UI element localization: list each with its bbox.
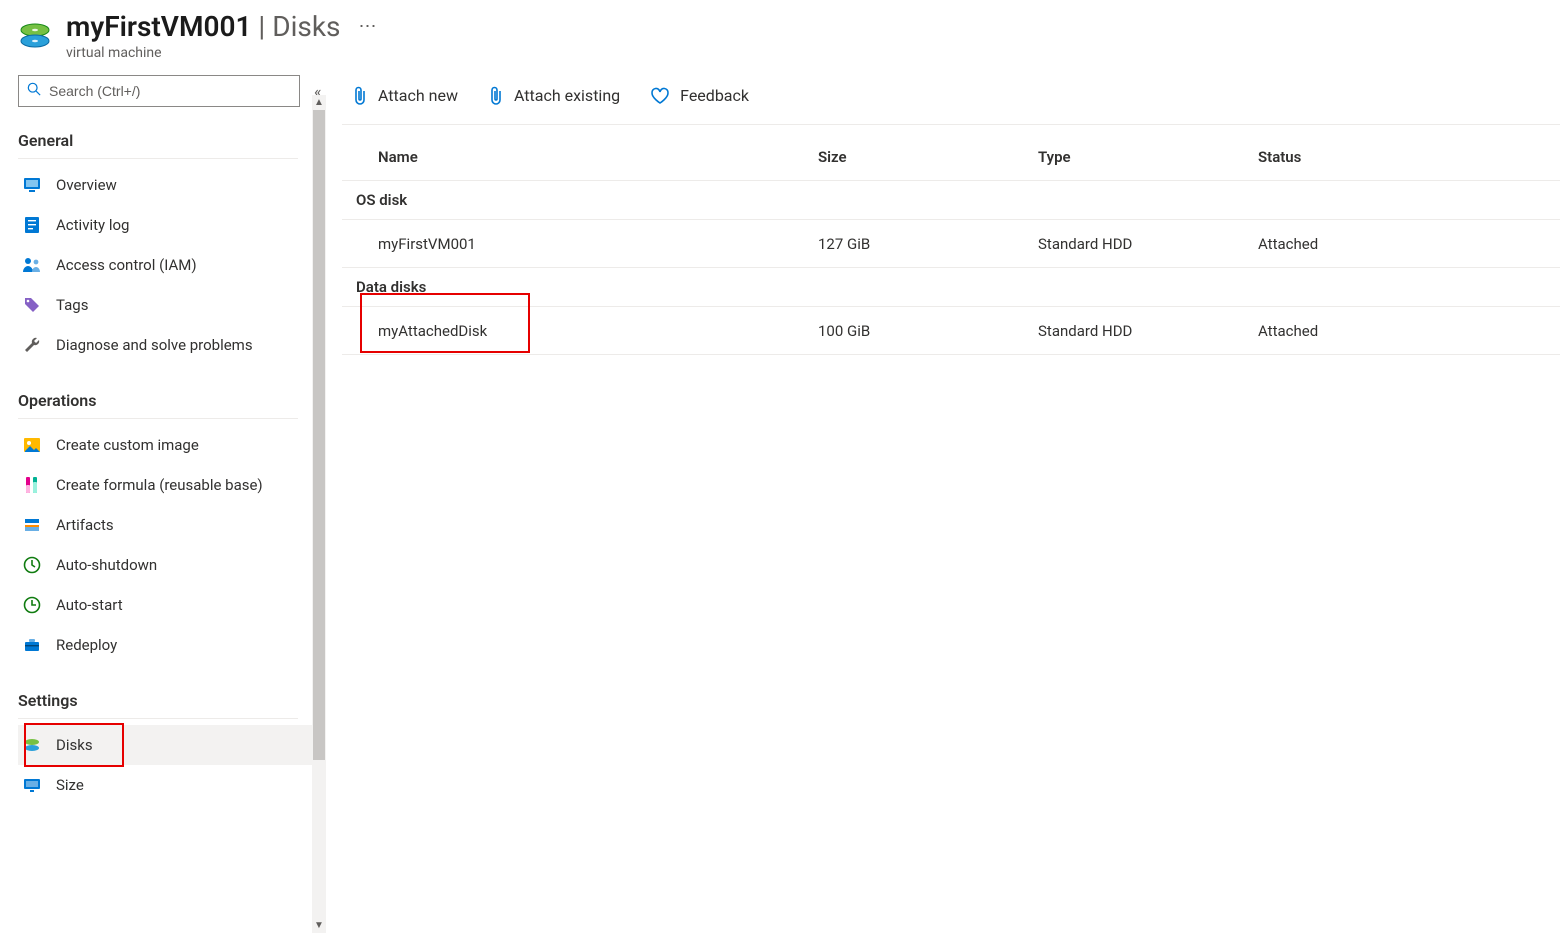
cell-name: myFirstVM001 — [378, 235, 818, 253]
clock-outline-icon — [22, 596, 42, 614]
sidebar-item-label: Auto-shutdown — [56, 556, 157, 574]
page-title: myFirstVM001 | Disks — [66, 10, 340, 43]
sidebar-item-label: Create custom image — [56, 436, 199, 454]
sidebar-item-redeploy[interactable]: Redeploy — [18, 625, 312, 665]
scrollbar-thumb[interactable] — [313, 110, 325, 760]
image-icon — [22, 436, 42, 454]
toolbar-label: Attach new — [378, 86, 458, 105]
attach-new-button[interactable]: Attach new — [352, 86, 458, 106]
page-header: myFirstVM001 | Disks ⋯ virtual machine — [0, 0, 1560, 67]
sidebar-scrollbar[interactable]: ▲ ▼ — [312, 95, 326, 933]
sidebar-item-tags[interactable]: Tags — [18, 285, 312, 325]
sidebar-item-access-control[interactable]: Access control (IAM) — [18, 245, 312, 285]
scroll-down-icon[interactable]: ▼ — [314, 918, 324, 933]
cell-type: Standard HDD — [1038, 235, 1258, 253]
cell-type: Standard HDD — [1038, 322, 1258, 340]
sidebar-item-diagnose[interactable]: Diagnose and solve problems — [18, 325, 312, 365]
scroll-up-icon[interactable]: ▲ — [314, 95, 324, 110]
cell-size: 100 GiB — [818, 322, 1038, 340]
cell-status: Attached — [1258, 235, 1560, 253]
sidebar-item-label: Tags — [56, 296, 88, 314]
sidebar-item-label: Diagnose and solve problems — [56, 336, 253, 354]
sidebar-item-disks[interactable]: Disks — [18, 725, 312, 765]
cell-status: Attached — [1258, 322, 1560, 340]
sidebar-item-label: Create formula (reusable base) — [56, 476, 263, 494]
sidebar-search[interactable] — [18, 75, 300, 107]
col-type[interactable]: Type — [1038, 148, 1258, 166]
tag-icon — [22, 296, 42, 314]
table-group-data-disks: Data disks — [342, 268, 1560, 307]
toolbox-icon — [22, 636, 42, 654]
sidebar-item-label: Access control (IAM) — [56, 256, 197, 274]
more-actions-button[interactable]: ⋯ — [354, 16, 380, 37]
sidebar-item-create-custom-image[interactable]: Create custom image — [18, 425, 312, 465]
sidebar-item-create-formula[interactable]: Create formula (reusable base) — [18, 465, 312, 505]
search-input[interactable] — [49, 83, 291, 99]
sidebar-item-overview[interactable]: Overview — [18, 165, 312, 205]
cell-size: 127 GiB — [818, 235, 1038, 253]
log-icon — [22, 216, 42, 234]
table-header: Name Size Type Status — [342, 133, 1560, 181]
col-size[interactable]: Size — [818, 148, 1038, 166]
sidebar-section-general: General — [18, 125, 298, 159]
search-icon — [27, 82, 41, 100]
wrench-icon — [22, 336, 42, 354]
sidebar-item-label: Activity log — [56, 216, 129, 234]
people-icon — [22, 256, 42, 274]
resource-disk-icon — [18, 19, 52, 53]
sidebar-item-auto-shutdown[interactable]: Auto-shutdown — [18, 545, 312, 585]
toolbar: Attach new Attach existing Feedback — [342, 67, 1560, 125]
table-row[interactable]: myAttachedDisk 100 GiB Standard HDD Atta… — [342, 307, 1560, 355]
sidebar-item-auto-start[interactable]: Auto-start — [18, 585, 312, 625]
clock-icon — [22, 556, 42, 574]
sidebar-item-label: Auto-start — [56, 596, 123, 614]
col-name[interactable]: Name — [378, 148, 818, 166]
artifacts-icon — [22, 516, 42, 534]
page-section: Disks — [272, 10, 340, 43]
disk-stack-icon — [22, 736, 42, 754]
table-group-os-disk: OS disk — [342, 181, 1560, 220]
feedback-button[interactable]: Feedback — [650, 86, 749, 105]
sidebar-item-size[interactable]: Size — [18, 765, 312, 805]
flask-icon — [22, 476, 42, 494]
resource-type-label: virtual machine — [66, 45, 380, 61]
disks-table: Name Size Type Status OS disk myFirstVM0… — [342, 133, 1560, 355]
sidebar-item-label: Size — [56, 776, 84, 794]
table-row[interactable]: myFirstVM001 127 GiB Standard HDD Attach… — [342, 220, 1560, 268]
sidebar-item-artifacts[interactable]: Artifacts — [18, 505, 312, 545]
sidebar-section-settings: Settings — [18, 685, 298, 719]
attach-existing-button[interactable]: Attach existing — [488, 86, 620, 106]
toolbar-label: Feedback — [680, 86, 749, 105]
sidebar-item-label: Overview — [56, 176, 117, 194]
paperclip-icon — [352, 86, 368, 106]
sidebar-item-label: Artifacts — [56, 516, 114, 534]
main-content: Attach new Attach existing Feedback Name… — [326, 67, 1560, 933]
monitor-icon — [22, 176, 42, 194]
resource-name: myFirstVM001 — [66, 10, 251, 43]
sidebar: « General Overview Activity log Access c… — [0, 67, 326, 933]
sidebar-item-activity-log[interactable]: Activity log — [18, 205, 312, 245]
col-status[interactable]: Status — [1258, 148, 1560, 166]
heart-icon — [650, 87, 670, 105]
paperclip-icon — [488, 86, 504, 106]
sidebar-section-operations: Operations — [18, 385, 298, 419]
size-icon — [22, 776, 42, 794]
sidebar-item-label: Disks — [56, 736, 93, 754]
toolbar-label: Attach existing — [514, 86, 620, 105]
sidebar-item-label: Redeploy — [56, 636, 117, 654]
cell-name: myAttachedDisk — [378, 322, 818, 340]
